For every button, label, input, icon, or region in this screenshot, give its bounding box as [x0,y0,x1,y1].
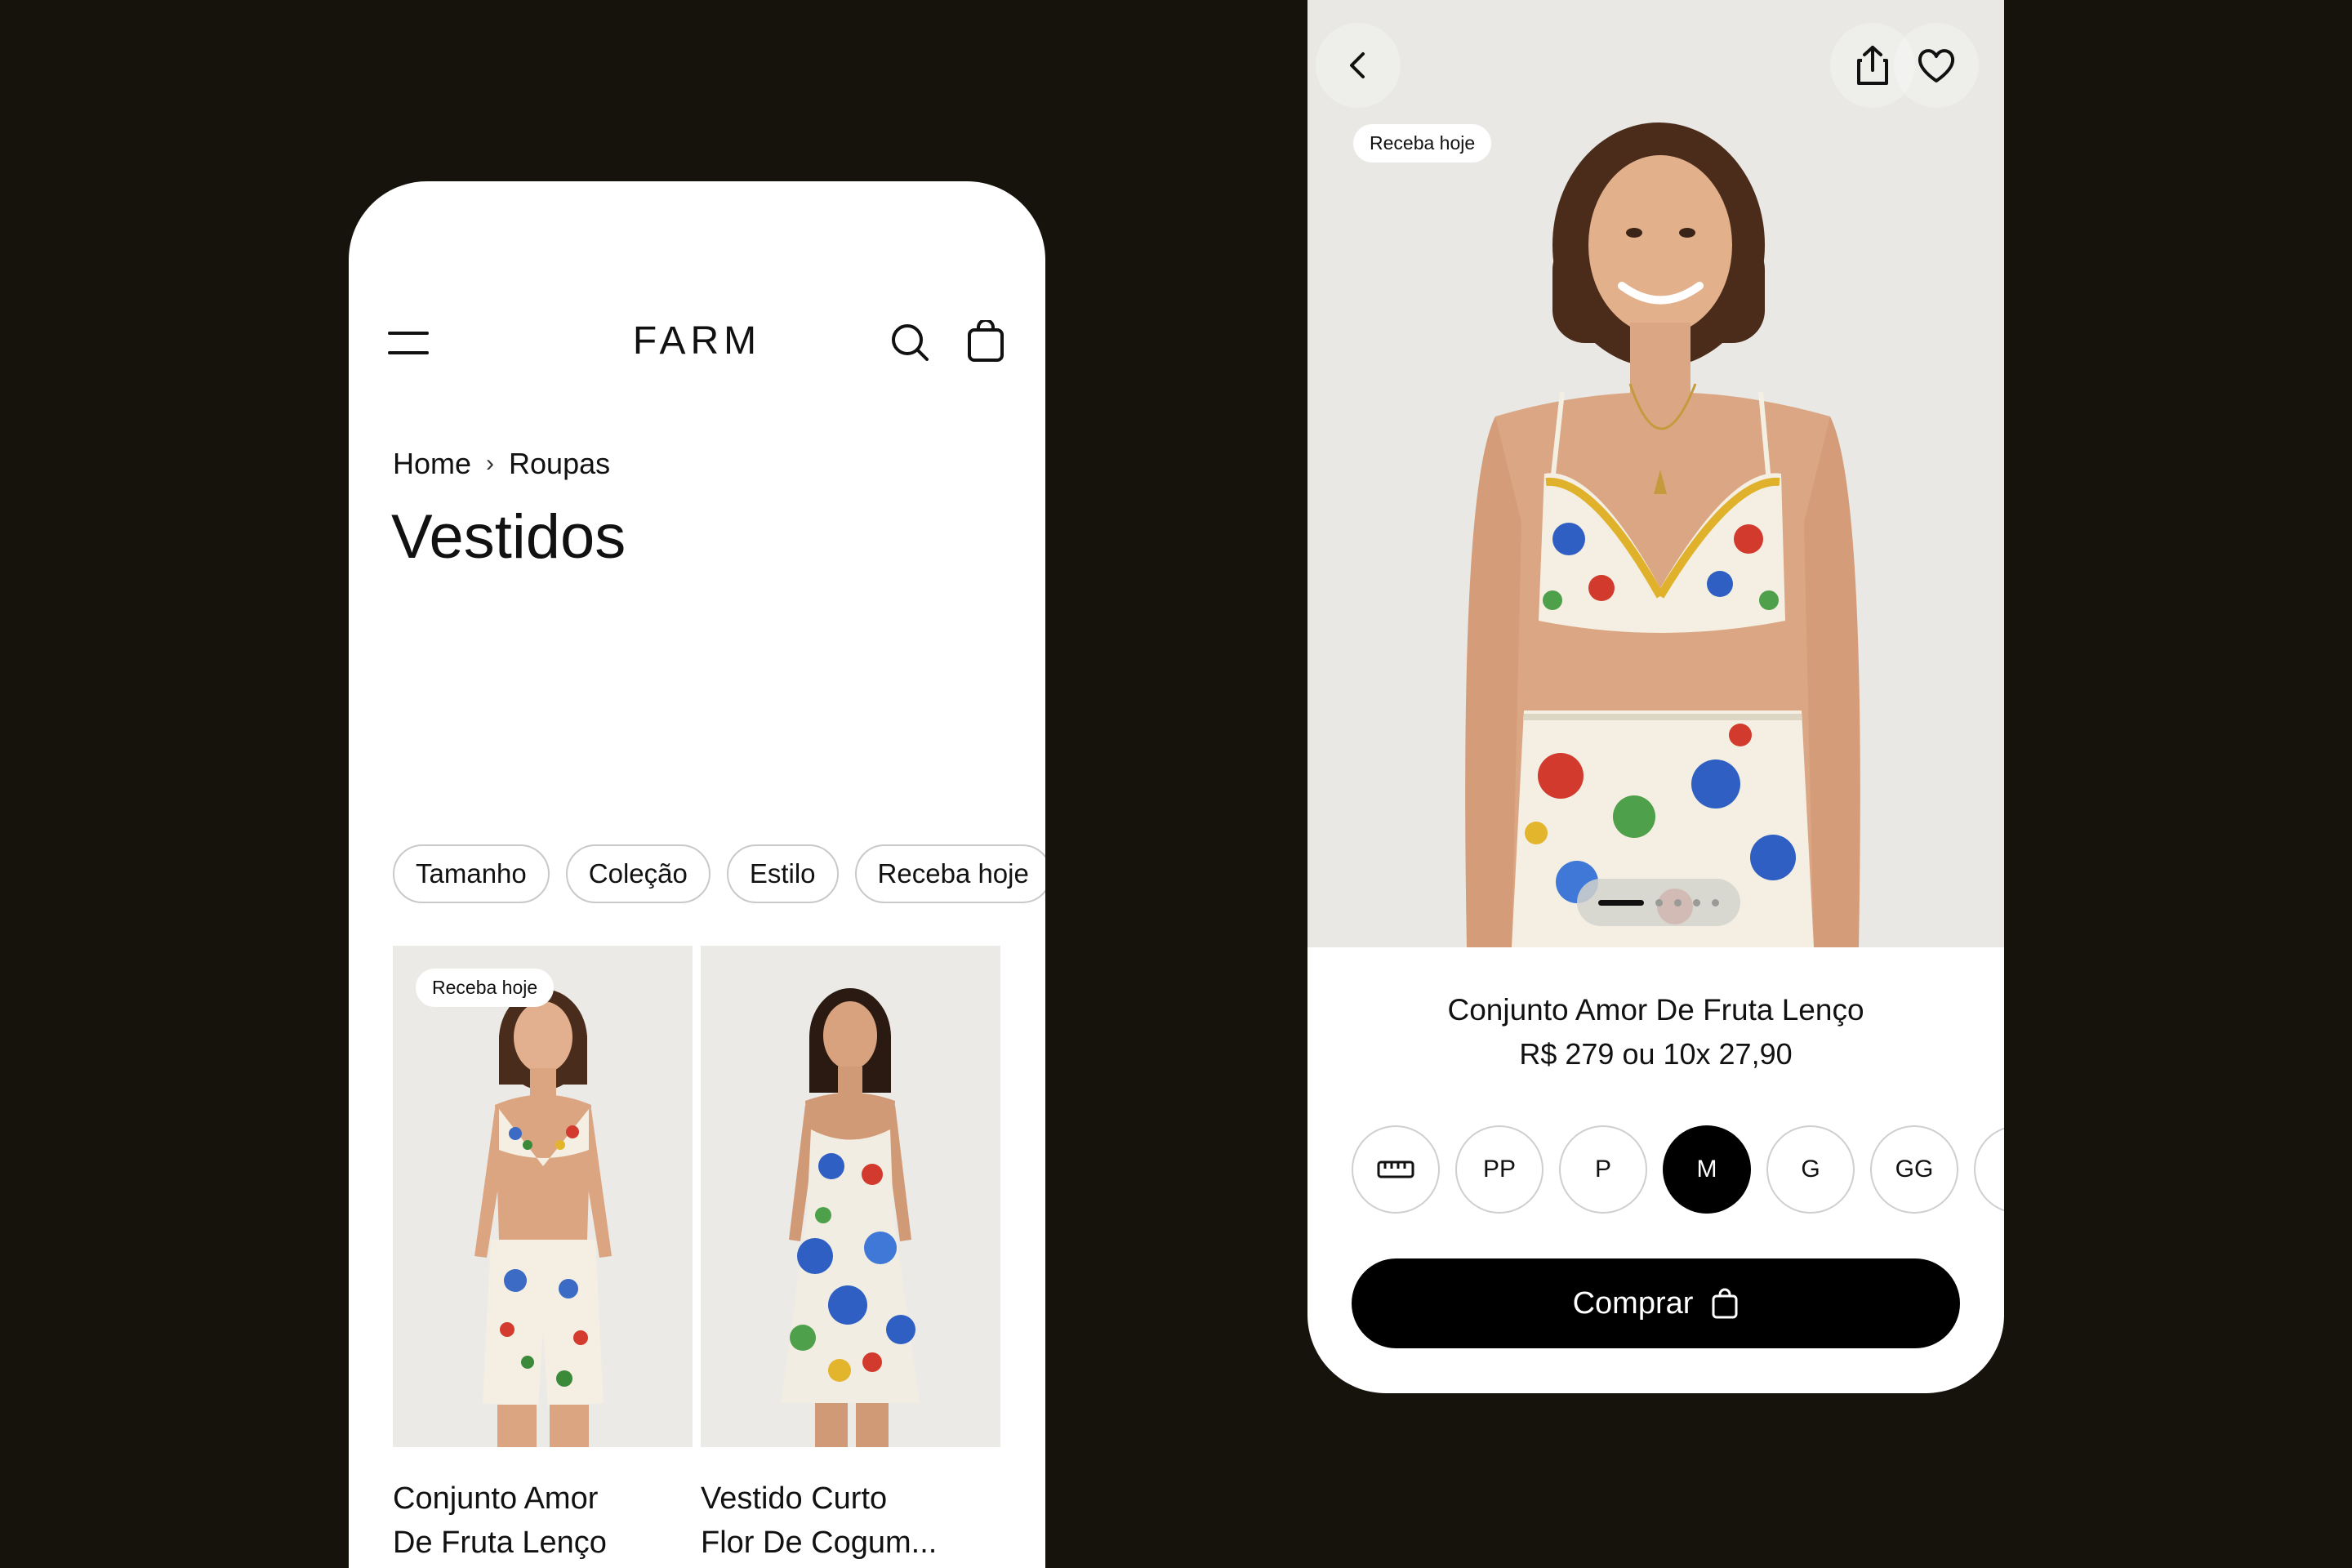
product-name-line: De Fruta Lenço [393,1526,607,1560]
ruler-icon [1377,1160,1414,1178]
filter-chip-delivery-today[interactable]: Receba hoje [854,844,1045,903]
buy-button[interactable]: Comprar [1352,1258,1960,1348]
chevron-left-icon [1350,52,1365,78]
carousel-dot [1655,898,1663,906]
size-option-pp[interactable]: PP [1455,1125,1544,1214]
search-icon[interactable] [889,322,930,363]
product-photo-model [393,946,693,1447]
breadcrumb-home[interactable]: Home [393,447,471,481]
product-name-line: Conjunto Amor [393,1481,599,1516]
product-card[interactable]: Vestido Curto Flor De Cogum... [701,946,1000,1565]
breadcrumb: Home › Roupas [393,447,610,481]
size-guide-button[interactable] [1352,1125,1440,1214]
filter-bar: Tamanho Coleção Estilo Receba hoje [393,844,1045,903]
breadcrumb-separator: › [486,450,495,477]
share-icon [1857,46,1888,85]
carousel-dot [1712,898,1719,906]
buy-button-label: Comprar [1572,1285,1694,1321]
breadcrumb-current[interactable]: Roupas [509,447,610,481]
bag-icon [1712,1288,1738,1319]
product-grid: Receba hoje Conjunto Amor De Fruta Lenço [393,946,1000,1565]
product-name-line: Vestido Curto [701,1481,888,1516]
product-card[interactable]: Receba hoje Conjunto Amor De Fruta Lenço [393,946,693,1565]
size-option-p[interactable]: P [1559,1125,1647,1214]
carousel-dot-active [1598,899,1644,906]
bag-icon[interactable] [965,320,1006,363]
back-button[interactable] [1316,23,1401,108]
product-detail-screen: Receba hoje Conjunto Amor De Fruta Lenço… [1307,0,2004,1393]
product-gallery[interactable]: Receba hoje [1307,0,2004,947]
product-name[interactable]: Vestido Curto Flor De Cogum... [701,1477,1000,1565]
filter-chip-style[interactable]: Estilo [726,844,839,903]
delivery-badge: Receba hoje [416,969,555,1007]
filter-chip-collection[interactable]: Coleção [565,844,710,903]
favorite-button[interactable] [1894,23,1979,108]
listing-screen: FARM Home › Roupas Vestidos Tamanho Cole… [349,181,1045,1568]
product-price: R$ 279 ou 10x 27,90 [1519,1037,1793,1071]
page-title: Vestidos [391,502,626,572]
heart-icon [1918,49,1955,82]
product-image[interactable]: Receba hoje [393,946,693,1447]
brand-logo[interactable]: FARM [349,318,1045,363]
size-option-gg[interactable]: GG [1870,1125,1958,1214]
product-name-line: Flor De Cogum... [701,1526,938,1560]
carousel-dot [1693,898,1700,906]
product-image[interactable] [701,946,1000,1447]
filter-chip-size[interactable]: Tamanho [393,844,550,903]
delivery-badge: Receba hoje [1353,124,1492,163]
size-option-g[interactable]: G [1766,1125,1855,1214]
carousel-dot [1674,898,1682,906]
size-option-x[interactable]: X [1974,1125,2004,1214]
carousel-indicator[interactable] [1577,879,1740,926]
product-name[interactable]: Conjunto Amor De Fruta Lenço [393,1477,693,1565]
size-option-m[interactable]: M [1663,1125,1751,1214]
product-title: Conjunto Amor De Fruta Lenço [1447,993,1864,1027]
size-selector: PP P M G GG X [1352,1125,2004,1214]
product-photo-model [701,946,1000,1447]
